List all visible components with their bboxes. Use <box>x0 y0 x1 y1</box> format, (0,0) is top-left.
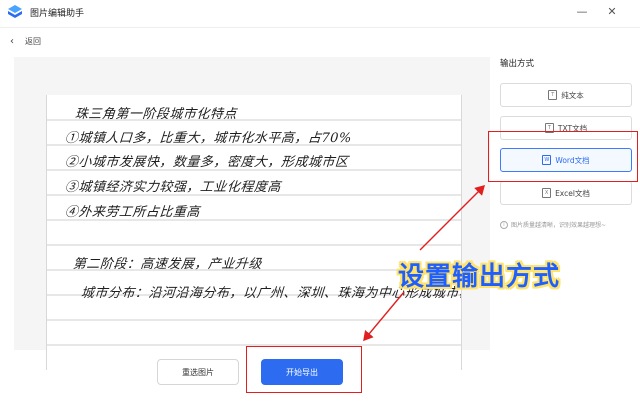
handwriting-line: 珠三角第一阶段城市化特点 <box>74 107 238 122</box>
highlight-box-export-button <box>246 346 362 393</box>
hint-text: 图片质量越清晰，识别效果越理想~ <box>511 222 607 229</box>
chevron-left-icon: ‹ <box>10 35 14 47</box>
back-label: 返回 <box>25 36 41 46</box>
excel-file-icon: X <box>542 188 552 198</box>
title-divider <box>0 27 640 28</box>
handwriting-line: ②小城市发展快，数量多，密度大，形成城市区 <box>64 155 349 170</box>
handwriting-line: ①城镇人口多，比重大，城市化水平高，占70% <box>64 131 353 146</box>
option-excel-document[interactable]: X Excel文档 <box>500 181 632 205</box>
quality-hint: i 图片质量越清晰，识别效果越理想~ <box>500 220 606 229</box>
option-label: 纯文本 <box>561 90 584 100</box>
close-button[interactable]: ✕ <box>604 4 620 20</box>
image-preview: 珠三角第一阶段城市化特点 ①城镇人口多，比重大，城市化水平高，占70% ②小城市… <box>14 57 490 370</box>
text-icon: T <box>548 90 558 100</box>
annotation-label: 设置输出方式 <box>398 262 561 292</box>
app-logo-icon <box>8 5 22 18</box>
info-icon: i <box>500 220 508 229</box>
option-plain-text[interactable]: T 纯文本 <box>500 83 632 107</box>
handwriting-line: ③城镇经济实力较强，工业化程度高 <box>64 180 282 195</box>
highlight-box-word-option <box>488 131 638 182</box>
minimize-button[interactable]: — <box>574 4 590 20</box>
app-title: 图片编辑助手 <box>30 9 85 19</box>
option-label: Excel文档 <box>555 188 590 198</box>
handwritten-page: 珠三角第一阶段城市化特点 ①城镇人口多，比重大，城市化水平高，占70% ②小城市… <box>46 95 462 370</box>
title-bar: 图片编辑助手 — ✕ <box>0 0 640 26</box>
output-mode-title: 输出方式 <box>500 59 535 69</box>
handwriting-line: ④外来劳工所占比重高 <box>64 205 201 220</box>
back-button[interactable]: ‹ 返回 <box>10 34 41 48</box>
reselect-image-button[interactable]: 重选图片 <box>157 359 239 385</box>
handwriting-line: 第二阶段：高速发展，产业升级 <box>72 257 263 272</box>
